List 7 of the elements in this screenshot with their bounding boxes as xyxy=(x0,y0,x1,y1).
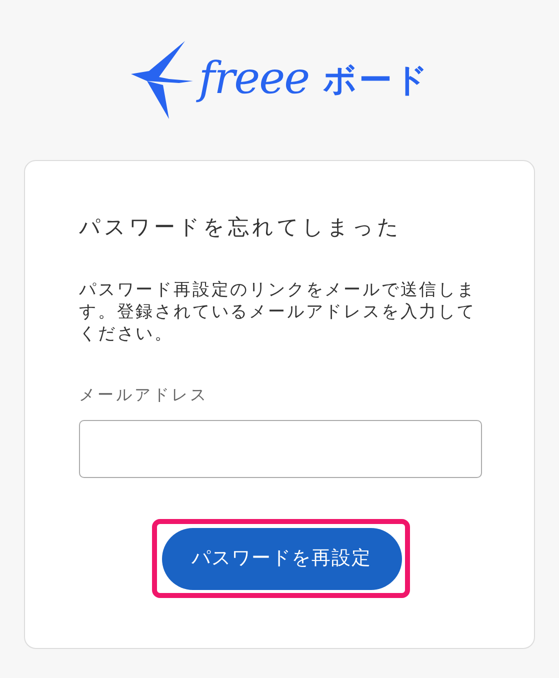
logo-text: freee xyxy=(198,57,310,101)
description-text: パスワード再設定のリンクをメールで送信します。登録されているメールアドレスを入力してください。 xyxy=(79,279,477,345)
field-label: メールアドレス xyxy=(79,386,210,406)
reset-password-button[interactable]: パスワードを再設定 xyxy=(162,528,402,590)
page-title: パスワードを忘れてしまった xyxy=(79,215,403,241)
logo-product-text: ボード xyxy=(323,62,430,96)
email-input[interactable] xyxy=(79,420,482,478)
